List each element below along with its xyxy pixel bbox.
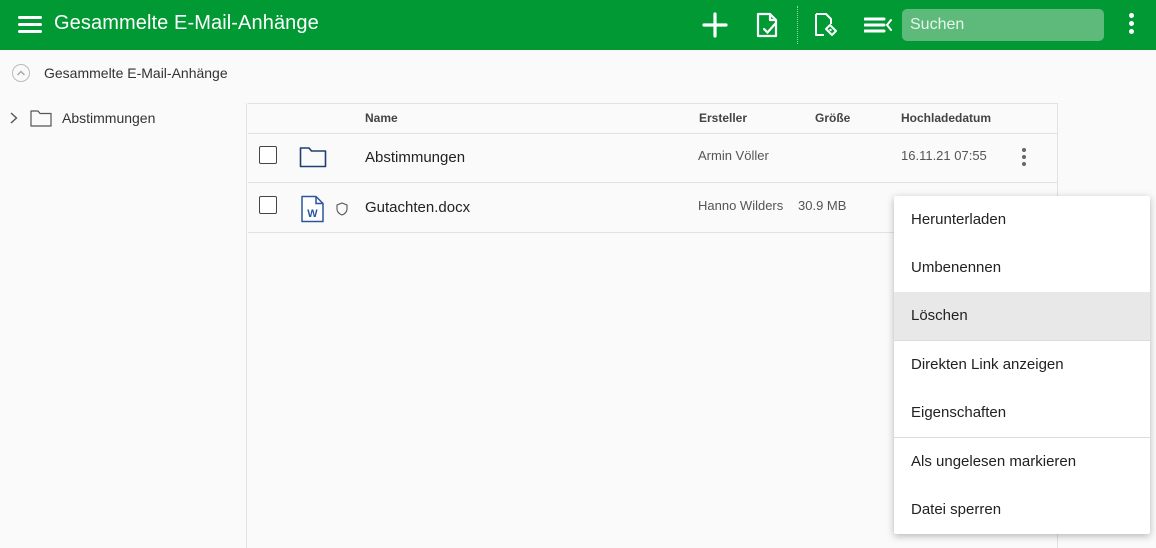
word-document-icon: W	[301, 195, 324, 223]
add-icon[interactable]	[701, 11, 729, 39]
row-checkbox[interactable]	[259, 196, 277, 214]
toolbar-divider	[797, 6, 798, 44]
list-view-icon[interactable]	[864, 11, 892, 39]
more-vert-icon[interactable]	[1124, 13, 1138, 37]
chevron-right-icon[interactable]	[8, 111, 20, 125]
row-more-icon[interactable]	[1018, 148, 1030, 168]
page-title: Gesammelte E-Mail-Anhänge	[54, 12, 319, 34]
row-checkbox[interactable]	[259, 146, 277, 164]
menu-item-direkten-link[interactable]: Direkten Link anzeigen	[894, 341, 1150, 389]
tree-item-abstimmungen[interactable]: Abstimmungen	[8, 109, 155, 127]
column-header-date[interactable]: Hochladedatum	[901, 104, 991, 133]
svg-text:W: W	[307, 208, 318, 220]
column-header-size[interactable]: Größe	[815, 104, 850, 133]
document-check-icon[interactable]	[753, 11, 781, 39]
context-menu: Herunterladen Umbenennen Löschen Direkte…	[894, 196, 1150, 534]
row-size: 30.9 MB	[798, 198, 847, 213]
chevron-up-icon[interactable]	[12, 64, 30, 82]
breadcrumb: Gesammelte E-Mail-Anhänge	[12, 62, 228, 84]
row-creator: Armin Völler	[698, 148, 769, 163]
menu-item-sperren[interactable]: Datei sperren	[894, 486, 1150, 534]
folder-tree: Abstimmungen	[0, 103, 247, 548]
menu-item-loeschen[interactable]: Löschen	[894, 292, 1150, 340]
menu-item-eigenschaften[interactable]: Eigenschaften	[894, 389, 1150, 437]
tree-item-label: Abstimmungen	[62, 110, 156, 126]
app-header: Gesammelte E-Mail-Anhänge	[0, 0, 1156, 50]
column-header-name[interactable]: Name	[365, 104, 398, 133]
table-row[interactable]: Abstimmungen Armin Völler 16.11.21 07:55	[248, 133, 1058, 183]
menu-item-umbenennen[interactable]: Umbenennen	[894, 244, 1150, 292]
row-name[interactable]: Gutachten.docx	[365, 199, 470, 216]
menu-icon[interactable]	[18, 16, 42, 34]
tag-edit-icon[interactable]	[811, 11, 839, 39]
row-name[interactable]: Abstimmungen	[365, 149, 465, 166]
folder-icon	[30, 110, 52, 127]
row-creator: Hanno Wilders	[698, 198, 784, 213]
folder-icon	[299, 147, 327, 168]
column-header-creator[interactable]: Ersteller	[699, 104, 747, 133]
row-date: 16.11.21 07:55	[901, 148, 987, 163]
search-input[interactable]	[902, 9, 1104, 41]
menu-item-ungelesen[interactable]: Als ungelesen markieren	[894, 438, 1150, 486]
breadcrumb-label: Gesammelte E-Mail-Anhänge	[44, 65, 228, 81]
shield-icon	[336, 202, 348, 216]
menu-item-herunterladen[interactable]: Herunterladen	[894, 196, 1150, 244]
